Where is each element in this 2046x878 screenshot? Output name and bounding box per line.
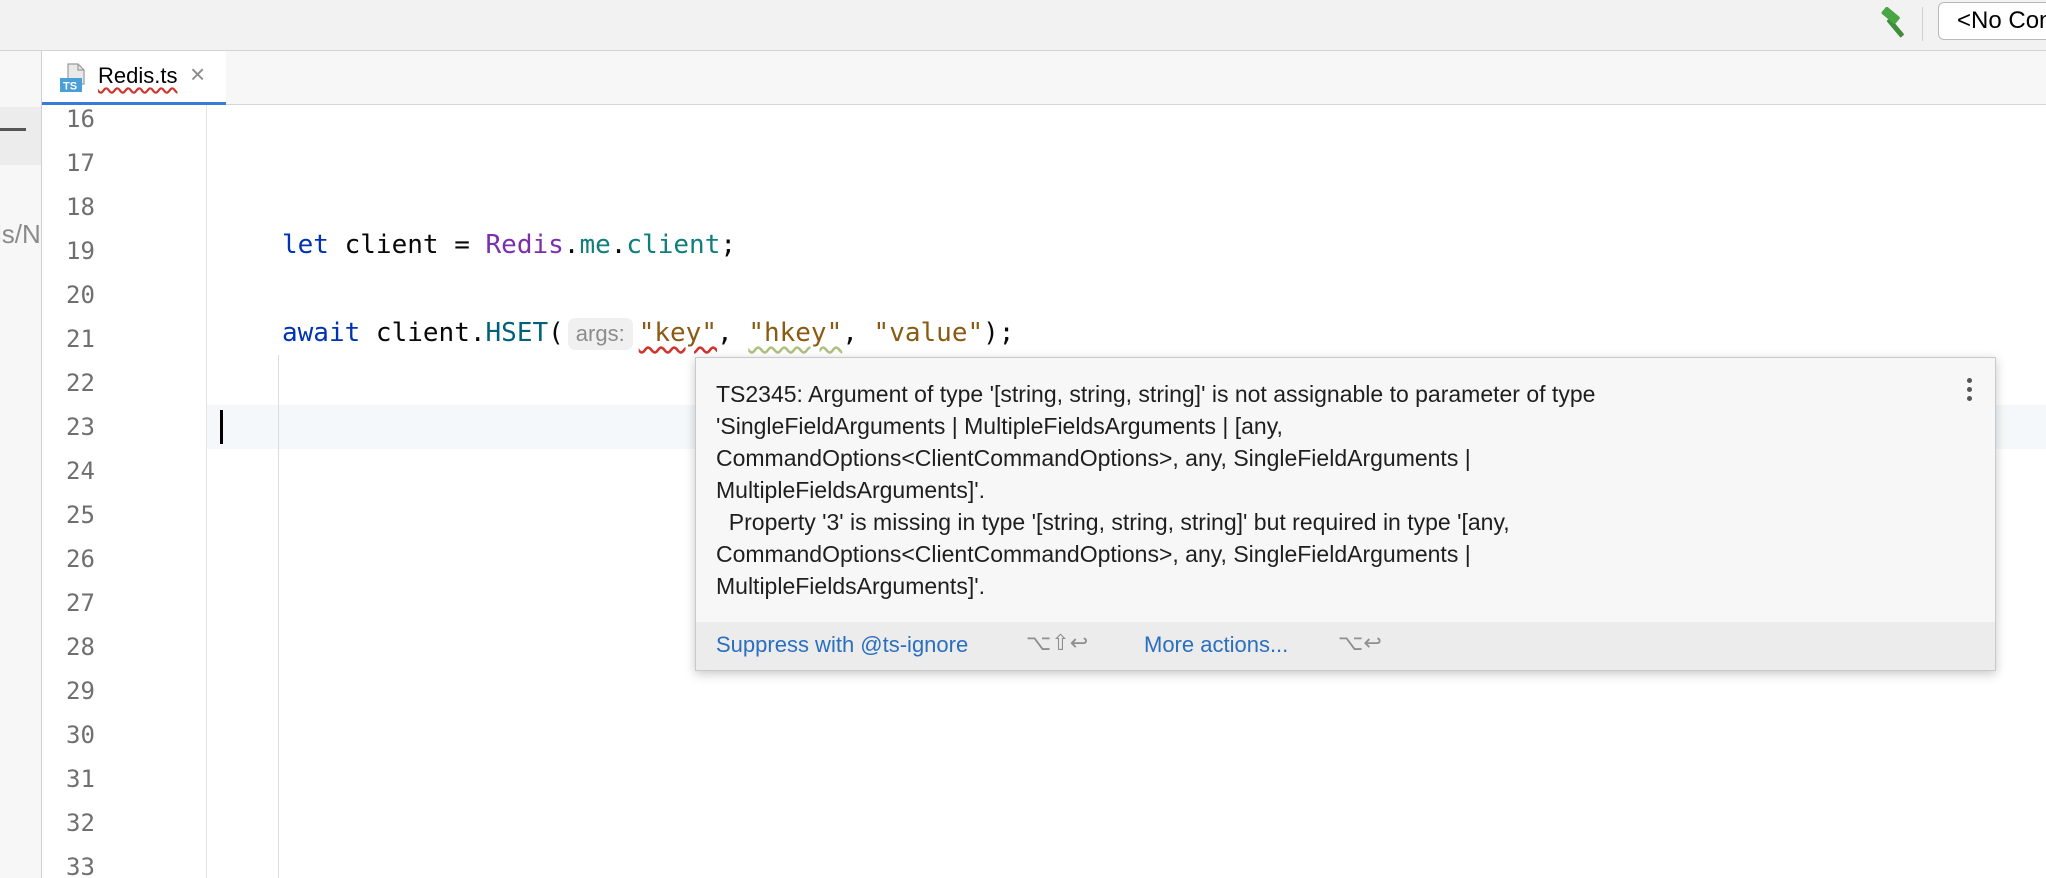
popup-actions-bar: Suppress with @ts-ignore ⌥⇧↩ More action… (696, 622, 1995, 670)
line-number: 17 (66, 149, 95, 177)
text-caret (220, 410, 223, 444)
suppress-ts-ignore-link[interactable]: Suppress with @ts-ignore (716, 632, 968, 658)
typescript-file-icon: TS (60, 63, 85, 93)
line-number: 19 (66, 237, 95, 265)
main-toolbar: <No Con (0, 0, 2046, 51)
suppress-shortcut: ⌥⇧↩ (1026, 631, 1089, 656)
error-message: TS2345: Argument of type '[string, strin… (716, 381, 1596, 599)
line-number: 21 (66, 325, 95, 353)
toolbar-separator (1922, 7, 1923, 41)
code-text: . (563, 230, 580, 260)
line-number: 26 (66, 545, 95, 573)
string-literal: "value" (873, 318, 984, 348)
line-number: 32 (66, 809, 95, 837)
more-actions-shortcut: ⌥↩ (1338, 631, 1382, 656)
code-line-21: await client.HSET(args: "key", "hkey", "v… (282, 318, 1014, 350)
line-number: 33 (66, 853, 95, 878)
code-text: ; (720, 230, 736, 260)
more-actions-link[interactable]: More actions... (1144, 632, 1288, 658)
code-text: client. (360, 318, 486, 348)
code-text: ( (548, 318, 564, 348)
code-text: , (717, 318, 749, 348)
indent-guide (278, 355, 279, 878)
parameter-hint: args: (567, 318, 633, 350)
run-configuration-selector[interactable]: <No Con (1938, 2, 2046, 40)
hammer-icon[interactable] (1876, 7, 1912, 43)
code-text: . (610, 230, 627, 260)
svg-text:TS: TS (63, 81, 77, 93)
tab-label: Redis.ts (98, 63, 178, 88)
more-options-icon[interactable] (1964, 378, 1974, 404)
close-tab-icon[interactable]: × (190, 59, 205, 90)
editor-tab-bar: TS Redis.ts × (42, 51, 2046, 106)
field-ref: client (626, 230, 721, 260)
line-number: 27 (66, 589, 95, 617)
code-line-19: let client = Redis.me.client; (282, 230, 736, 260)
code-text: client = (328, 230, 486, 260)
line-number: 29 (66, 677, 95, 705)
field-ref: me (579, 230, 611, 260)
line-number: 16 (66, 105, 95, 133)
project-panel-header (0, 107, 41, 165)
keyword-await: await (282, 318, 361, 348)
code-text: ); (983, 318, 1015, 348)
line-number: 30 (66, 721, 95, 749)
project-path-fragment: ls/N (0, 219, 41, 249)
minimize-icon[interactable] (0, 128, 26, 131)
code-text: , (842, 318, 874, 348)
line-number: 18 (66, 193, 95, 221)
line-number-gutter: 16 17 18 19 20 21 22 23 24 25 26 27 28 2… (42, 105, 207, 878)
keyword-let: let (282, 230, 329, 260)
line-number: 25 (66, 501, 95, 529)
tab-redis-ts[interactable]: TS Redis.ts × (42, 51, 226, 106)
string-literal-warning[interactable]: "hkey" (748, 318, 842, 348)
line-number: 22 (66, 369, 95, 397)
line-number: 20 (66, 281, 95, 309)
project-panel-edge: ls/N (0, 51, 42, 878)
line-number: 24 (66, 457, 95, 485)
string-literal-error[interactable]: "key" (639, 318, 717, 348)
class-ref: Redis (485, 230, 564, 260)
line-number: 31 (66, 765, 95, 793)
method-ref: HSET (485, 318, 549, 348)
line-number: 23 (66, 413, 95, 441)
line-number: 28 (66, 633, 95, 661)
error-tooltip-popup: TS2345: Argument of type '[string, strin… (695, 357, 1996, 671)
